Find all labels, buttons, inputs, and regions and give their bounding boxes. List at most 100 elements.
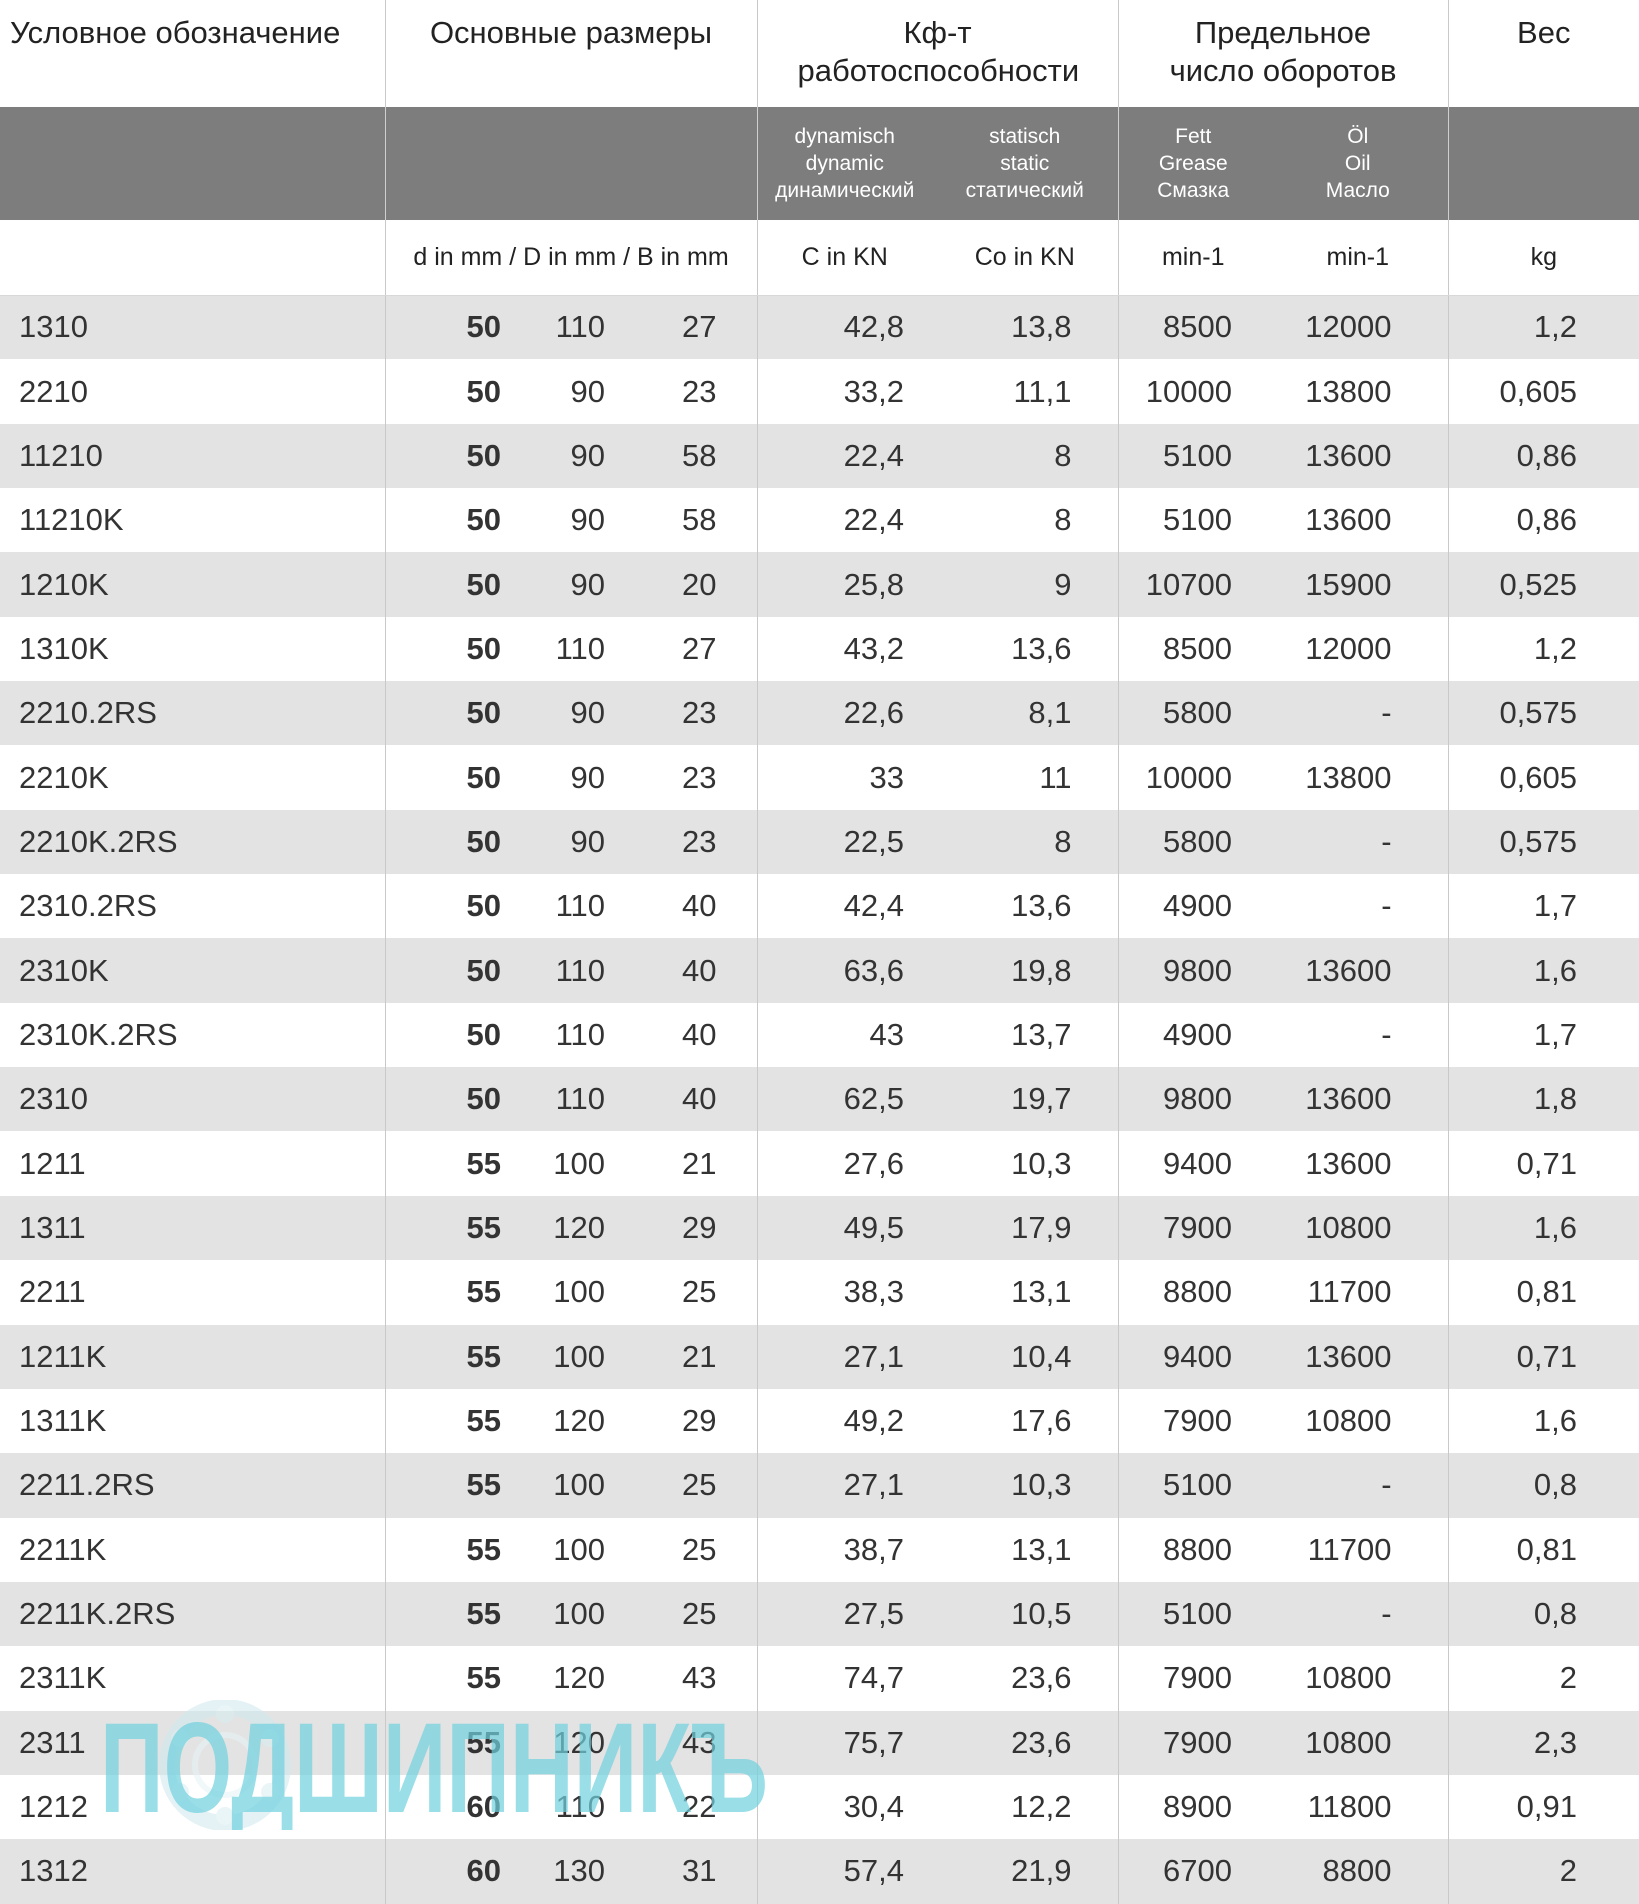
- cell-outer-d: 100: [525, 1324, 645, 1389]
- table-row: 2210K.2RS 50 90 23 22,5 8 5800-0,575: [0, 809, 1639, 875]
- cell-d: 50: [385, 616, 525, 682]
- subheader-dynamic-de: dynamisch: [794, 125, 895, 148]
- cell-designation: 2311: [0, 1710, 386, 1775]
- cell-speed-grease: 4900: [1118, 874, 1268, 939]
- cell-designation: 1311K: [0, 1388, 386, 1454]
- cell-speed-grease: 5100: [1118, 488, 1268, 553]
- cell-c-dynamic: 57,4: [757, 1839, 932, 1904]
- cell-weight: 1,8: [1448, 1067, 1639, 1132]
- table-row: 11210 50 90 58 22,4 8 5100 13600 0,86: [0, 423, 1639, 489]
- cell-weight: 0,8: [1448, 1453, 1639, 1518]
- cell-c-static: 10,3: [932, 1131, 1119, 1196]
- cell-c-dynamic: 25,8: [757, 552, 932, 617]
- cell-designation: 1211: [0, 1131, 386, 1196]
- cell-d: 55: [385, 1324, 525, 1389]
- cell-d: 50: [385, 874, 525, 939]
- cell-weight: 2: [1448, 1839, 1639, 1904]
- table-row: 2310.2RS 50 110 40 42,4 13,6 4900-1,7: [0, 874, 1639, 939]
- col-weight: Вес: [1517, 15, 1571, 50]
- cell-c-dynamic: 42,8: [757, 295, 932, 360]
- cell-outer-d: 110: [525, 874, 645, 939]
- header-row: Условное обозначение Основные размеры Кф…: [0, 0, 1639, 107]
- cell-width-b: 23: [645, 745, 758, 810]
- cell-c-static: 21,9: [932, 1839, 1119, 1904]
- cell-d: 55: [385, 1710, 525, 1775]
- cell-speed-oil: 8800: [1268, 1839, 1449, 1904]
- cell-designation: 2211: [0, 1260, 386, 1325]
- cell-width-b: 20: [645, 552, 758, 617]
- cell-speed-grease: 8800: [1118, 1260, 1268, 1325]
- cell-c-static: 11: [932, 745, 1119, 810]
- cell-c-static: 11,1: [932, 359, 1119, 424]
- table-row: 1311 55 120 29 49,5 17,9 7900 10800 1,6: [0, 1195, 1639, 1261]
- cell-c-dynamic: 43,2: [757, 616, 932, 682]
- subheader-grease-en: Grease: [1158, 152, 1228, 175]
- cell-d: 55: [385, 1646, 525, 1711]
- cell-c-static: 19,8: [932, 938, 1119, 1003]
- cell-speed-grease: 10700: [1118, 552, 1268, 617]
- cell-speed-oil: -: [1268, 1453, 1449, 1518]
- table-row: 2310 50 110 40 62,5 19,7 9800 13600 1,8: [0, 1067, 1639, 1132]
- cell-speed-oil: 13800: [1268, 359, 1449, 424]
- cell-d: 55: [385, 1195, 525, 1261]
- table-body: 1310 50 110 27 42,8 13,8 8500 12000 1,2 2210 50 90 2…: [0, 295, 1639, 1904]
- cell-width-b: 23: [645, 809, 758, 875]
- cell-outer-d: 110: [525, 295, 645, 360]
- cell-weight: 0,81: [1448, 1517, 1639, 1582]
- cell-c-static: 13,6: [932, 616, 1119, 682]
- cell-outer-d: 110: [525, 1002, 645, 1068]
- cell-speed-oil: 12000: [1268, 616, 1449, 682]
- cell-speed-grease: 9400: [1118, 1324, 1268, 1389]
- cell-width-b: 43: [645, 1646, 758, 1711]
- subheader-weight-empty: [1448, 107, 1639, 220]
- cell-outer-d: 90: [525, 809, 645, 875]
- cell-designation: 2211.2RS: [0, 1453, 386, 1518]
- subheader-dynamic-ru: динамический: [775, 179, 915, 202]
- cell-speed-oil: 12000: [1268, 295, 1449, 360]
- cell-speed-oil: 10800: [1268, 1388, 1449, 1454]
- cell-speed-oil: 13600: [1268, 488, 1449, 553]
- cell-weight: 1,6: [1448, 938, 1639, 1003]
- col-load-rating: Кф-т работоспособности: [757, 0, 1119, 107]
- cell-speed-grease: 5100: [1118, 1581, 1268, 1647]
- cell-c-dynamic: 42,4: [757, 874, 932, 939]
- cell-weight: 0,575: [1448, 681, 1639, 746]
- table-row: 2310K.2RS 50 110 40 43 13,7 4900-1,7: [0, 1002, 1639, 1068]
- cell-width-b: 40: [645, 874, 758, 939]
- cell-speed-grease: 8500: [1118, 295, 1268, 360]
- cell-speed-oil: -: [1268, 874, 1449, 939]
- subheader-row: dynamisch dynamic динамический statisch …: [0, 107, 1639, 220]
- cell-speed-oil: -: [1268, 1581, 1449, 1647]
- cell-d: 50: [385, 423, 525, 489]
- cell-width-b: 40: [645, 938, 758, 1003]
- table-row: 2311 55 120 43 75,7 23,6 7900 10800 2,3: [0, 1710, 1639, 1775]
- cell-width-b: 43: [645, 1710, 758, 1775]
- cell-speed-oil: 15900: [1268, 552, 1449, 617]
- cell-designation: 2311K: [0, 1646, 386, 1711]
- table-row: 2210 50 90 23 33,2 11,1 10000 13800 0,605: [0, 359, 1639, 424]
- cell-width-b: 40: [645, 1067, 758, 1132]
- cell-c-dynamic: 49,2: [757, 1388, 932, 1454]
- cell-speed-oil: 13600: [1268, 423, 1449, 489]
- cell-designation: 1310: [0, 295, 386, 360]
- cell-designation: 1310K: [0, 616, 386, 682]
- cell-outer-d: 100: [525, 1260, 645, 1325]
- table-row: 1311K 55 120 29 49,2 17,6 7900 10800 1,6: [0, 1388, 1639, 1454]
- cell-weight: 0,81: [1448, 1260, 1639, 1325]
- cell-designation: 1311: [0, 1195, 386, 1261]
- table-row: 1211K 55 100 21 27,1 10,4 9400 13600 0,71: [0, 1324, 1639, 1389]
- col-designation: Условное обозначение: [0, 0, 386, 107]
- col-main-dimensions: Основные размеры: [385, 0, 758, 107]
- subheader-static-en: static: [1000, 152, 1050, 175]
- cell-outer-d: 110: [525, 1067, 645, 1132]
- cell-d: 50: [385, 359, 525, 424]
- cell-width-b: 29: [645, 1388, 758, 1454]
- cell-outer-d: 100: [525, 1581, 645, 1647]
- table-row: 1212 60 110 22 30,4 12,2 8900 11800 0,91: [0, 1774, 1639, 1840]
- cell-c-dynamic: 22,4: [757, 488, 932, 553]
- subheader-grease: Fett Grease Смазка: [1118, 107, 1268, 220]
- cell-weight: 0,8: [1448, 1581, 1639, 1647]
- cell-c-static: 13,1: [932, 1260, 1119, 1325]
- cell-width-b: 25: [645, 1260, 758, 1325]
- cell-weight: 0,605: [1448, 359, 1639, 424]
